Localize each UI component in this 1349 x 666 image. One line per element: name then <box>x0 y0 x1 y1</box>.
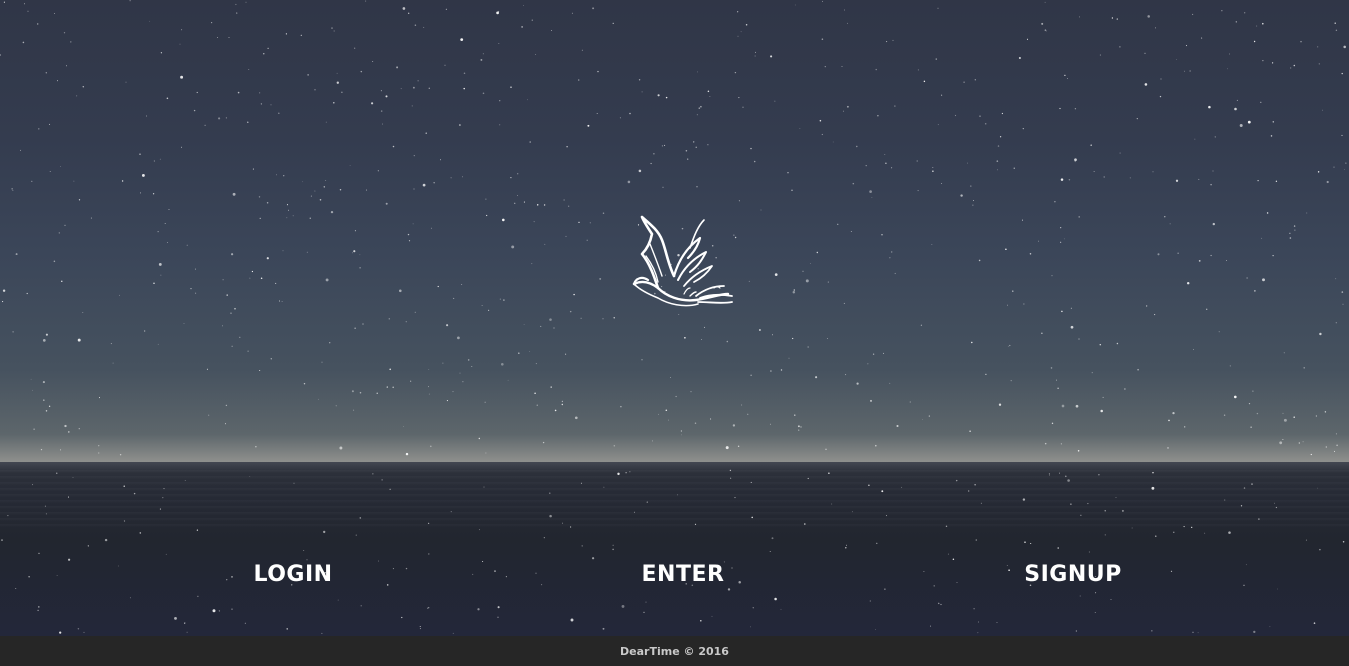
landing-page: LOGIN ENTER SIGNUP DearTime © 2016 <box>0 0 1349 666</box>
login-link[interactable]: LOGIN <box>213 560 373 590</box>
signup-link[interactable]: SIGNUP <box>993 560 1153 590</box>
footer: DearTime © 2016 <box>0 636 1349 666</box>
footer-copyright: DearTime © 2016 <box>620 644 729 658</box>
enter-link[interactable]: ENTER <box>603 560 763 590</box>
dove-icon <box>632 215 733 307</box>
stars-overlay <box>0 0 1347 634</box>
